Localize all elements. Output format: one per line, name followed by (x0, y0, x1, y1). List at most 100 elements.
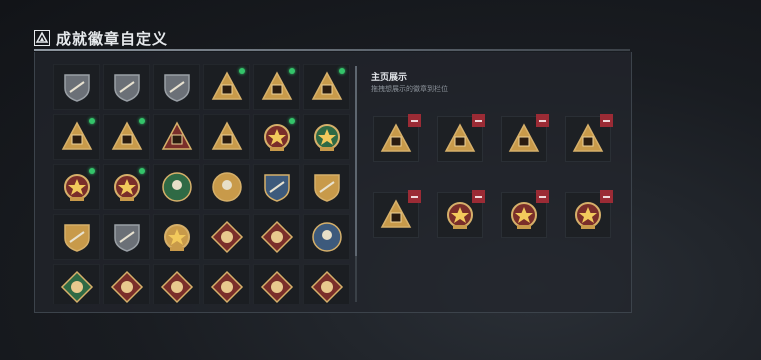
badge-cell[interactable] (153, 164, 200, 210)
gold-triangle-bag-icon (311, 71, 342, 100)
badge-cell[interactable] (103, 114, 150, 160)
gold-triangle-helmet-icon (380, 123, 412, 152)
gold-shield-pistol-icon (313, 174, 340, 202)
minus-icon (475, 119, 482, 122)
remove-slot-button[interactable] (472, 114, 485, 127)
red-star-medal-icon (263, 124, 290, 151)
badge-cell[interactable] (203, 214, 250, 260)
badge-cell[interactable] (203, 114, 250, 160)
gold-triangle-box-icon (508, 123, 540, 152)
grey-shield-skull-icon (63, 74, 90, 102)
red-diamond-runner-icon (310, 270, 343, 304)
remove-slot-button[interactable] (600, 114, 613, 127)
badge-cell[interactable] (253, 114, 300, 160)
badge-cell[interactable] (53, 214, 100, 260)
showcase-area: 主页展示 拖拽想展示的徽章到栏位 (371, 64, 621, 304)
gold-triangle-box-icon (111, 121, 142, 150)
badge-cell[interactable] (303, 214, 350, 260)
new-badge-dot (289, 118, 295, 124)
badge-cell[interactable] (103, 164, 150, 210)
badge-cell[interactable] (153, 64, 200, 110)
red-gold-crest-icon (575, 202, 601, 229)
page-header: 成就徽章自定义 (34, 28, 168, 48)
green-shield-medal-icon (313, 124, 340, 151)
remove-slot-button[interactable] (600, 190, 613, 203)
badge-cell[interactable] (303, 164, 350, 210)
badge-cell[interactable] (303, 114, 350, 160)
gold-skull-disc-icon (211, 172, 242, 202)
badge-cell[interactable] (53, 164, 100, 210)
minus-icon (603, 195, 610, 198)
remove-slot-button[interactable] (472, 190, 485, 203)
showcase-slot[interactable] (501, 190, 549, 238)
badge-cell[interactable] (253, 214, 300, 260)
minus-icon (539, 195, 546, 198)
red-diamond-runner-icon (160, 270, 193, 304)
badge-cell[interactable] (153, 264, 200, 304)
grey-shield-helmet-icon (113, 74, 140, 102)
grey-shield-rifle-icon (113, 224, 140, 252)
badge-cell[interactable] (253, 64, 300, 110)
scrollbar-thumb[interactable] (355, 66, 357, 256)
badge-grid[interactable] (53, 64, 353, 304)
badge-cell[interactable] (253, 164, 300, 210)
badge-cell[interactable] (303, 64, 350, 110)
showcase-slot[interactable] (565, 114, 613, 162)
gold-triangle-box-icon (380, 199, 412, 228)
red-diamond-beast-icon (210, 220, 243, 254)
badge-cell[interactable] (153, 114, 200, 160)
gold-triangle-box-icon (61, 121, 92, 150)
badge-cell[interactable] (53, 64, 100, 110)
red-triangle-tower-icon (161, 121, 192, 150)
badge-panel: 主页展示 拖拽想展示的徽章到栏位 (34, 52, 632, 313)
gold-shield-rifle-icon (63, 224, 90, 252)
new-badge-dot (139, 168, 145, 174)
gold-triangle-ruins-icon (211, 121, 242, 150)
gold-triangle-bag-icon (261, 71, 292, 100)
blue-disc-wolf-icon (311, 222, 342, 252)
red-diamond-runner-icon (260, 270, 293, 304)
new-badge-dot (339, 68, 345, 74)
red-gold-crest-icon (113, 174, 140, 201)
red-star-medal-icon (447, 202, 473, 229)
remove-slot-button[interactable] (536, 114, 549, 127)
showcase-slot[interactable] (501, 114, 549, 162)
badge-cell[interactable] (203, 164, 250, 210)
showcase-slot[interactable] (565, 190, 613, 238)
badge-cell[interactable] (103, 264, 150, 304)
blue-shield-rifle-icon (263, 174, 290, 202)
new-badge-dot (89, 118, 95, 124)
badge-cell[interactable] (303, 264, 350, 304)
badge-cell[interactable] (53, 114, 100, 160)
triangle-emblem-icon (34, 30, 50, 46)
badge-cell[interactable] (103, 64, 150, 110)
badge-cell[interactable] (203, 64, 250, 110)
gold-triangle-helmet-icon (211, 71, 242, 100)
green-diamond-hands-icon (60, 270, 93, 304)
red-diamond-beast-icon (260, 220, 293, 254)
badge-cell[interactable] (53, 264, 100, 304)
showcase-slot[interactable] (373, 114, 421, 162)
showcase-slot[interactable] (373, 190, 421, 238)
new-badge-dot (139, 118, 145, 124)
red-gold-crest-icon (63, 174, 90, 201)
badge-grid-scrollbar[interactable] (355, 66, 357, 302)
showcase-slot[interactable] (437, 190, 485, 238)
gold-triangle-ruins-icon (572, 123, 604, 152)
minus-icon (411, 195, 418, 198)
red-diamond-runner-icon (210, 270, 243, 304)
minus-icon (475, 195, 482, 198)
gold-triangle-bag-icon (444, 123, 476, 152)
remove-slot-button[interactable] (408, 114, 421, 127)
badge-cell[interactable] (103, 214, 150, 260)
badge-cell[interactable] (203, 264, 250, 304)
new-badge-dot (289, 68, 295, 74)
new-badge-dot (239, 68, 245, 74)
remove-slot-button[interactable] (536, 190, 549, 203)
gold-eagle-crest-icon (163, 224, 190, 251)
badge-cell[interactable] (153, 214, 200, 260)
badge-cell[interactable] (253, 264, 300, 304)
showcase-slot[interactable] (437, 114, 485, 162)
remove-slot-button[interactable] (408, 190, 421, 203)
new-badge-dot (89, 168, 95, 174)
